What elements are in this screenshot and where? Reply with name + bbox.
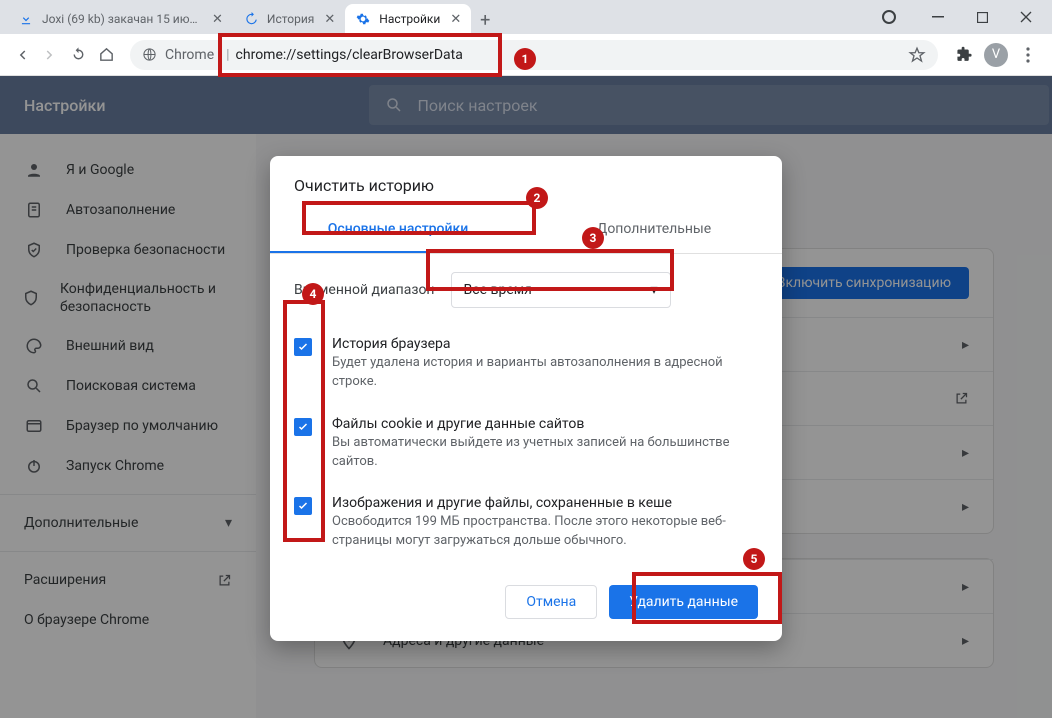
account-ring-icon[interactable]	[882, 10, 896, 24]
home-button[interactable]	[92, 41, 120, 69]
clear-data-button[interactable]: Удалить данные	[609, 585, 758, 619]
tab-basic[interactable]: Основные настройки	[270, 207, 526, 253]
checkbox-row-cookies[interactable]: Файлы cookie и другие данные сайтов Вы а…	[294, 404, 758, 484]
close-icon[interactable]: ✕	[324, 12, 335, 27]
window-controls	[882, 0, 1048, 34]
checkbox-title: Файлы cookie и другие данные сайтов	[332, 416, 758, 432]
annotation-badge-3: 3	[582, 227, 604, 249]
checkbox-title: Изображения и другие файлы, сохраненные …	[332, 495, 758, 511]
checkbox-desc: Освободится 199 МБ пространства. После э…	[332, 513, 758, 551]
url-path: chrome://settings/clearBrowserData	[236, 47, 463, 63]
chevron-down-icon: ▾	[650, 282, 657, 298]
tab-history[interactable]: История ✕	[233, 4, 345, 34]
annotation-badge-4: 4	[302, 283, 324, 305]
tab-title: Настройки	[379, 12, 440, 26]
profile-avatar[interactable]: V	[980, 39, 1012, 71]
dialog-tabs: Основные настройки Дополнительные	[270, 207, 782, 254]
close-icon[interactable]: ✕	[212, 12, 223, 27]
tab-advanced[interactable]: Дополнительные	[526, 207, 782, 253]
close-window-button[interactable]	[1004, 2, 1048, 32]
checkbox-title: История браузера	[332, 336, 758, 352]
select-value: Все время	[464, 282, 532, 298]
annotation-badge-1: 1	[514, 48, 536, 70]
maximize-button[interactable]	[960, 2, 1004, 32]
toolbar-right: V	[948, 39, 1044, 71]
checkbox-desc: Вы автоматически выйдете из учетных запи…	[332, 434, 758, 472]
clear-browsing-data-dialog: Очистить историю Основные настройки Допо…	[270, 156, 782, 641]
download-icon	[18, 11, 34, 27]
kebab-menu-icon[interactable]	[1012, 39, 1044, 71]
checkbox-desc: Будет удалена история и варианты автозап…	[332, 354, 758, 392]
back-button[interactable]	[8, 41, 36, 69]
extensions-icon[interactable]	[948, 39, 980, 71]
history-icon	[243, 11, 259, 27]
site-info-icon[interactable]	[142, 47, 157, 62]
bookmark-star-icon[interactable]	[908, 46, 926, 64]
annotation-badge-5: 5	[743, 548, 765, 570]
checkbox-checked-icon[interactable]	[294, 338, 312, 356]
checkbox-checked-icon[interactable]	[294, 418, 312, 436]
annotation-badge-2: 2	[526, 187, 548, 209]
gear-icon	[355, 11, 371, 27]
url-host: Chrome	[165, 47, 214, 63]
window-titlebar: Joxi (69 kb) закачан 15 июня 20… ✕ Истор…	[0, 0, 1052, 34]
close-icon[interactable]: ✕	[450, 12, 461, 27]
checkbox-row-history[interactable]: История браузера Будет удалена история и…	[294, 324, 758, 404]
reload-button[interactable]	[64, 41, 92, 69]
avatar-letter: V	[992, 47, 1000, 62]
cancel-button[interactable]: Отмена	[505, 585, 597, 619]
tab-title: Joxi (69 kb) закачан 15 июня 20…	[42, 12, 202, 26]
minimize-button[interactable]	[916, 2, 960, 32]
checkbox-row-cache[interactable]: Изображения и другие файлы, сохраненные …	[294, 483, 758, 563]
nav-buttons	[8, 41, 120, 69]
browser-tabs: Joxi (69 kb) закачан 15 июня 20… ✕ Истор…	[8, 0, 882, 34]
tab-joxi[interactable]: Joxi (69 kb) закачан 15 июня 20… ✕	[8, 4, 233, 34]
forward-button[interactable]	[36, 41, 64, 69]
tab-title: История	[267, 12, 314, 26]
time-range-select[interactable]: Все время ▾	[451, 272, 671, 308]
checkbox-checked-icon[interactable]	[294, 497, 312, 515]
tab-settings[interactable]: Настройки ✕	[345, 4, 471, 34]
new-tab-button[interactable]: +	[471, 6, 499, 34]
